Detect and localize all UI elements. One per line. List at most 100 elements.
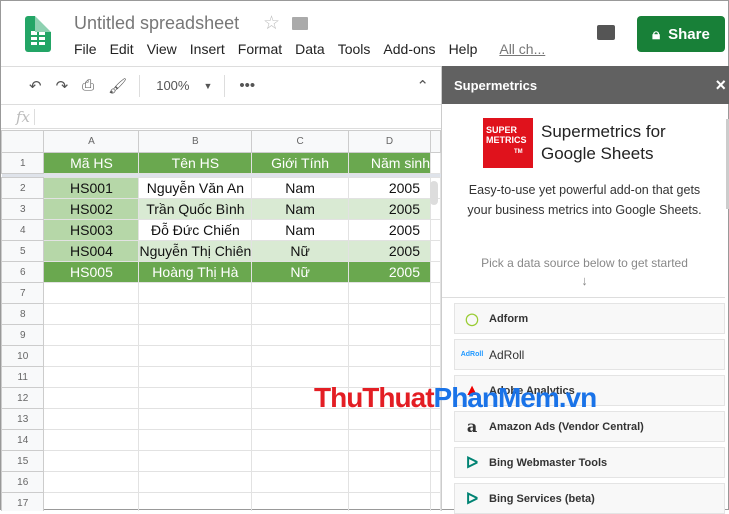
cell[interactable] bbox=[251, 429, 349, 451]
cell[interactable] bbox=[138, 492, 253, 511]
sheets-logo-icon[interactable] bbox=[25, 16, 51, 52]
cell[interactable]: Trần Quốc Bình bbox=[138, 198, 253, 220]
cell[interactable] bbox=[138, 429, 253, 451]
menu-file[interactable]: File bbox=[74, 41, 97, 57]
row-header[interactable]: 3 bbox=[1, 198, 45, 220]
menu-tools[interactable]: Tools bbox=[338, 41, 371, 57]
cell[interactable]: 2005 bbox=[347, 177, 432, 199]
cell[interactable]: Mã HS bbox=[43, 152, 140, 174]
cell[interactable] bbox=[138, 345, 253, 367]
cell[interactable] bbox=[43, 492, 140, 511]
cell[interactable]: HS003 bbox=[43, 219, 140, 241]
cell[interactable]: HS005 bbox=[43, 261, 140, 283]
menu-view[interactable]: View bbox=[147, 41, 177, 57]
comment-icon[interactable] bbox=[597, 25, 615, 40]
cell[interactable]: Năm sinh bbox=[347, 152, 432, 174]
cell[interactable] bbox=[347, 303, 432, 325]
menu-edit[interactable]: Edit bbox=[110, 41, 134, 57]
cell[interactable]: HS004 bbox=[43, 240, 140, 262]
cell[interactable] bbox=[43, 429, 140, 451]
cell[interactable] bbox=[43, 408, 140, 430]
cell[interactable] bbox=[138, 303, 253, 325]
menu-help[interactable]: Help bbox=[449, 41, 478, 57]
cell[interactable]: Hoàng Thị Hà bbox=[138, 261, 253, 283]
cell[interactable] bbox=[43, 366, 140, 388]
cell[interactable] bbox=[43, 471, 140, 493]
row-header[interactable]: 4 bbox=[1, 219, 45, 241]
cell[interactable] bbox=[138, 408, 253, 430]
cell[interactable]: Nữ bbox=[251, 240, 349, 262]
paint-format-icon[interactable]: 🖌︎ bbox=[108, 77, 127, 95]
cell[interactable]: Nam bbox=[251, 177, 349, 199]
cell[interactable] bbox=[251, 282, 349, 304]
cell[interactable]: Đỗ Đức Chiến bbox=[138, 219, 253, 241]
menu-insert[interactable]: Insert bbox=[190, 41, 225, 57]
cell[interactable]: Nam bbox=[251, 198, 349, 220]
zoom-select[interactable]: 100% bbox=[156, 78, 189, 93]
cell[interactable] bbox=[251, 492, 349, 511]
cell[interactable] bbox=[347, 345, 432, 367]
cell[interactable] bbox=[138, 471, 253, 493]
chevron-down-icon[interactable]: ▼ bbox=[203, 81, 212, 91]
document-title[interactable]: Untitled spreadsheet bbox=[74, 13, 239, 34]
cell[interactable] bbox=[347, 282, 432, 304]
cell[interactable]: Nguyễn Thị Chiên bbox=[138, 240, 253, 262]
cell[interactable] bbox=[138, 387, 253, 409]
source-bing-webmaster[interactable]: ᐅ Bing Webmaster Tools bbox=[454, 447, 725, 478]
cell[interactable] bbox=[251, 324, 349, 346]
column-header[interactable]: B bbox=[138, 130, 253, 153]
row-header[interactable]: 9 bbox=[1, 324, 45, 346]
collapse-icon[interactable]: ⌃ bbox=[416, 77, 429, 95]
cell[interactable]: HS002 bbox=[43, 198, 140, 220]
row-header[interactable]: 10 bbox=[1, 345, 45, 367]
cell[interactable] bbox=[138, 450, 253, 472]
source-adroll[interactable]: AdRoll AdRoll bbox=[454, 339, 725, 370]
redo-icon[interactable]: ↷ bbox=[56, 77, 69, 95]
share-button[interactable]: 🔒︎ Share bbox=[637, 16, 725, 52]
column-header[interactable]: C bbox=[251, 130, 349, 153]
cell[interactable] bbox=[347, 492, 432, 511]
print-icon[interactable]: ⎙ bbox=[82, 77, 94, 94]
column-header[interactable]: D bbox=[347, 130, 432, 153]
row-header[interactable]: 14 bbox=[1, 429, 45, 451]
menu-data[interactable]: Data bbox=[295, 41, 325, 57]
row-header[interactable]: 7 bbox=[1, 282, 45, 304]
cell[interactable]: Nguyễn Văn An bbox=[138, 177, 253, 199]
cell[interactable] bbox=[347, 471, 432, 493]
row-header[interactable]: 13 bbox=[1, 408, 45, 430]
menu-addons[interactable]: Add-ons bbox=[383, 41, 435, 57]
source-adform[interactable]: ◯ Adform bbox=[454, 303, 725, 334]
cell[interactable]: 2005 bbox=[347, 219, 432, 241]
menu-format[interactable]: Format bbox=[238, 41, 282, 57]
row-header[interactable]: 8 bbox=[1, 303, 45, 325]
row-header[interactable]: 12 bbox=[1, 387, 45, 409]
cell[interactable] bbox=[43, 303, 140, 325]
row-header[interactable]: 11 bbox=[1, 366, 45, 388]
row-header[interactable]: 16 bbox=[1, 471, 45, 493]
cell[interactable]: 2005 bbox=[347, 240, 432, 262]
spreadsheet-grid[interactable]: A B C D 1 Mã HS Tên HS Giới Tính Năm sin… bbox=[1, 130, 441, 511]
cell[interactable] bbox=[251, 450, 349, 472]
source-bing-services[interactable]: ᐅ Bing Services (beta) bbox=[454, 483, 725, 514]
cell[interactable] bbox=[347, 429, 432, 451]
cell[interactable]: Tên HS bbox=[138, 152, 253, 174]
row-header[interactable]: 2 bbox=[1, 177, 45, 199]
row-header[interactable]: 6 bbox=[1, 261, 45, 283]
cell[interactable] bbox=[138, 282, 253, 304]
select-all[interactable] bbox=[1, 130, 45, 153]
cell[interactable] bbox=[43, 345, 140, 367]
cell[interactable] bbox=[43, 450, 140, 472]
cell[interactable]: Giới Tính bbox=[251, 152, 349, 174]
cell[interactable] bbox=[347, 324, 432, 346]
cell[interactable] bbox=[43, 282, 140, 304]
row-header[interactable]: 17 bbox=[1, 492, 45, 511]
cell[interactable] bbox=[43, 387, 140, 409]
cell[interactable]: 2005 bbox=[347, 198, 432, 220]
star-icon[interactable]: ☆ bbox=[263, 12, 280, 35]
more-icon[interactable]: ••• bbox=[239, 77, 255, 94]
cell[interactable] bbox=[43, 324, 140, 346]
row-header[interactable]: 1 bbox=[1, 152, 45, 174]
folder-icon[interactable] bbox=[292, 17, 308, 30]
cell[interactable]: HS001 bbox=[43, 177, 140, 199]
column-header[interactable]: A bbox=[43, 130, 140, 153]
